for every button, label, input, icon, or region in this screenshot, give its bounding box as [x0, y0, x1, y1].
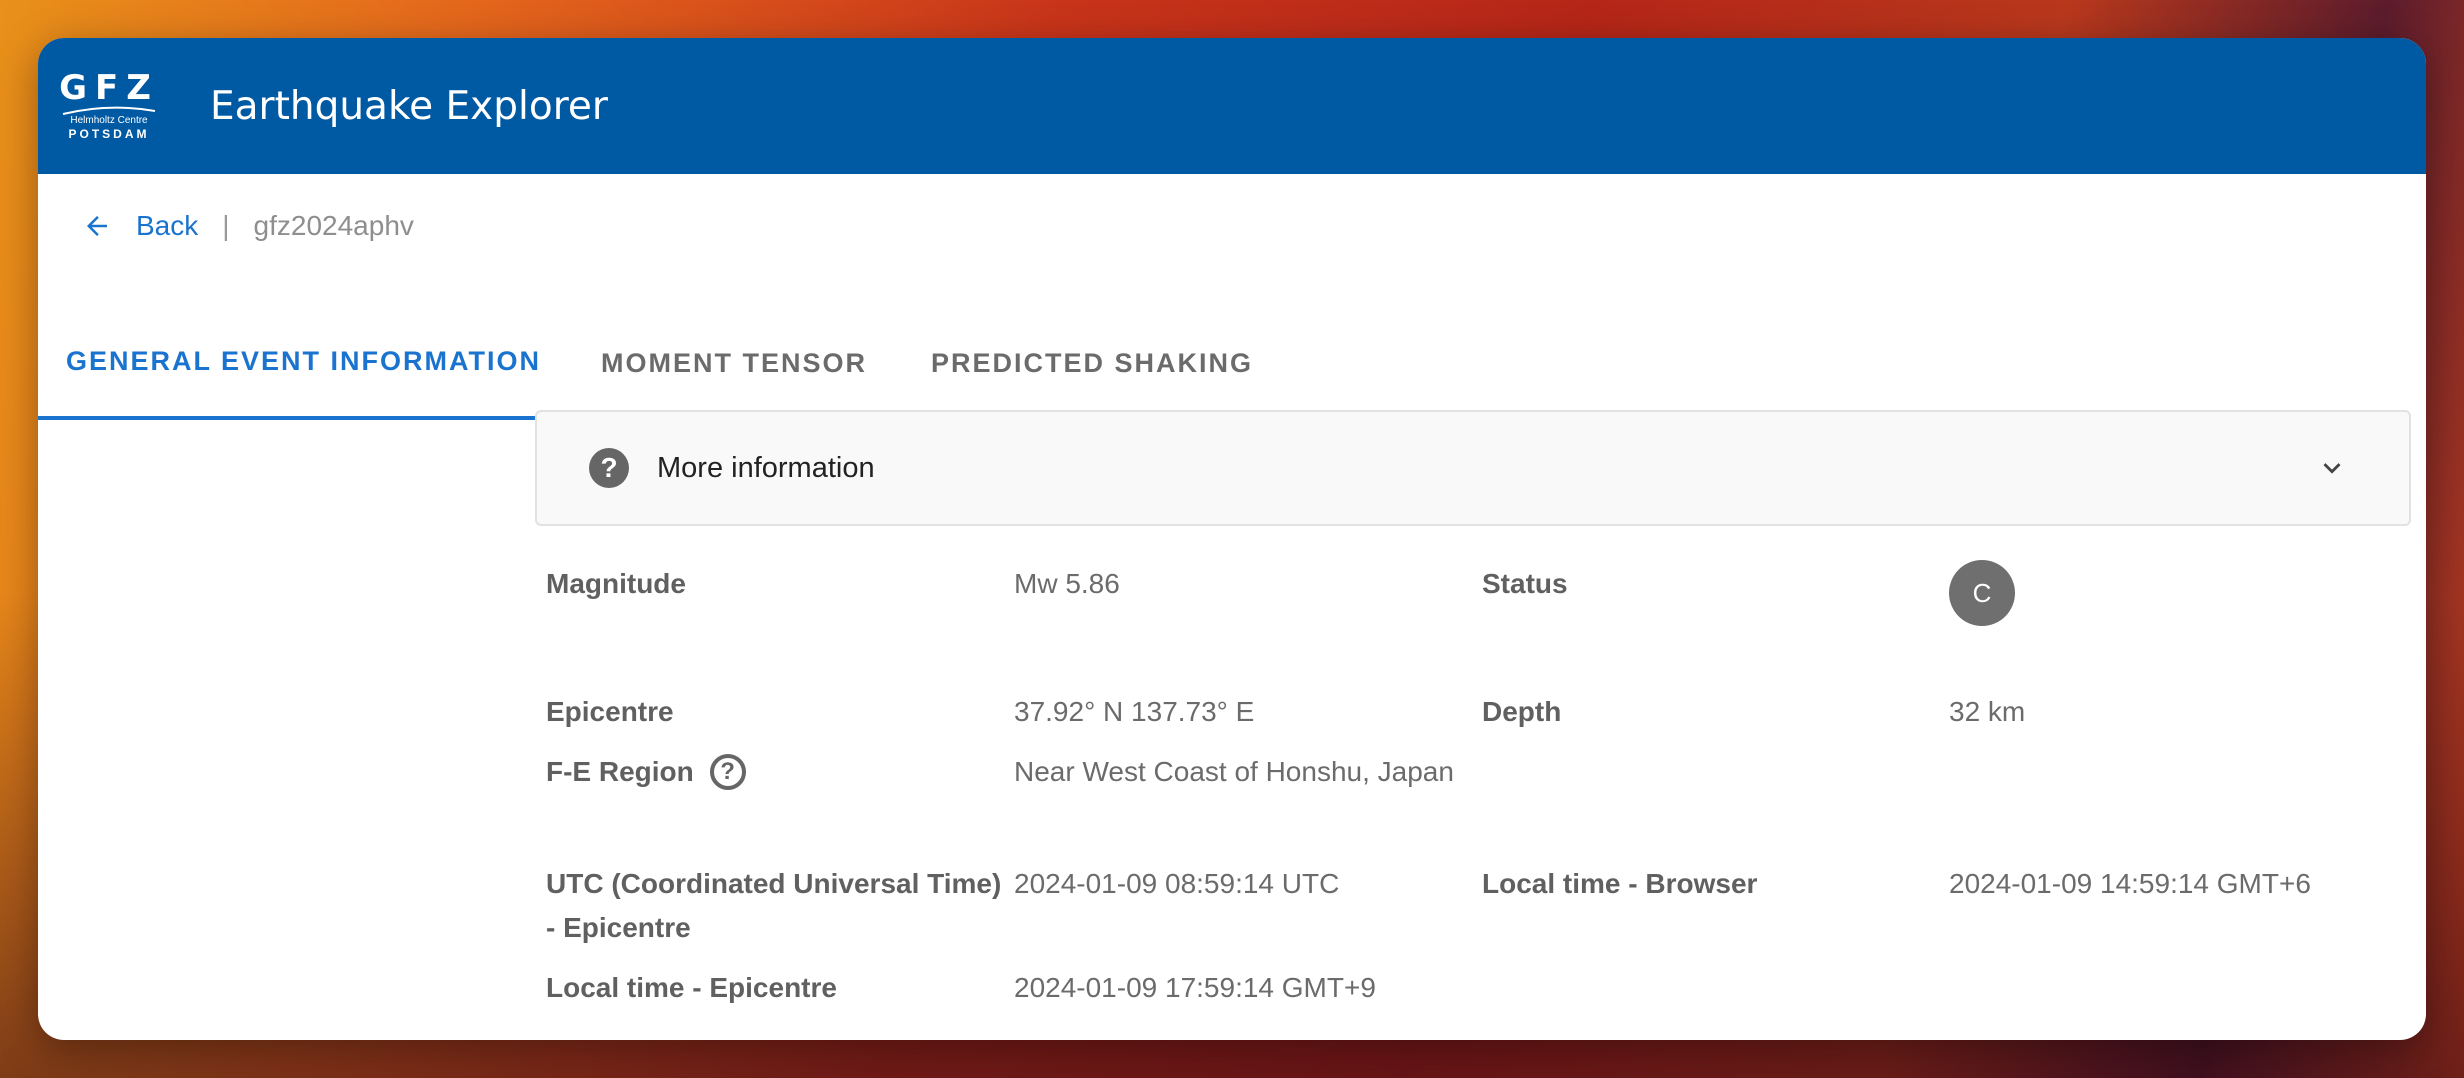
breadcrumb: Back | gfz2024aphv	[82, 210, 414, 242]
logo-swoosh	[62, 106, 156, 115]
logo-city: POTSDAM	[68, 127, 150, 141]
more-information-panel[interactable]: ? More information	[535, 410, 2411, 526]
magnitude-value: Mw 5.86	[1014, 568, 1120, 599]
local-time-browser-label: Local time - Browser	[1482, 868, 1758, 899]
depth-value: 32 km	[1949, 696, 2026, 727]
help-outline-icon[interactable]: ?	[709, 753, 746, 790]
local-time-epicentre-value: 2024-01-09 17:59:14 GMT+9	[1014, 972, 1376, 1003]
more-information-label: More information	[657, 451, 875, 484]
breadcrumb-separator: |	[222, 210, 230, 241]
logo-text: GFZ	[59, 68, 159, 108]
epicentre-label: Epicentre	[546, 696, 674, 727]
magnitude-label: Magnitude	[546, 568, 686, 599]
local-time-epicentre-label: Local time - Epicentre	[546, 972, 837, 1003]
app-window: GFZ Helmholtz Centre POTSDAM Earthquake …	[38, 38, 2426, 1040]
logo-subtitle: Helmholtz Centre	[70, 115, 148, 126]
tab-predicted-shaking[interactable]: PREDICTED SHAKING	[895, 306, 1281, 420]
fe-region-label: F-E Region	[546, 756, 694, 787]
utc-label-line1: UTC (Coordinated Universal Time)	[546, 868, 1002, 899]
status-badge: C	[1949, 560, 2015, 626]
gfz-logo[interactable]: GFZ Helmholtz Centre POTSDAM	[50, 59, 168, 153]
app-title: Earthquake Explorer	[210, 83, 608, 129]
utc-epicentre-label: UTC (Coordinated Universal Time) - Epice…	[546, 862, 1001, 950]
utc-epicentre-value: 2024-01-09 08:59:14 UTC	[1014, 868, 1340, 899]
depth-label: Depth	[1482, 696, 1562, 727]
event-id: gfz2024aphv	[253, 210, 414, 241]
tab-general-event-information[interactable]: GENERAL EVENT INFORMATION	[38, 306, 570, 420]
chevron-down-icon[interactable]	[2315, 451, 2349, 485]
epicentre-value: 37.92° N 137.73° E	[1014, 696, 1255, 727]
help-icon: ?	[589, 448, 629, 488]
app-bar: GFZ Helmholtz Centre POTSDAM Earthquake …	[38, 38, 2426, 174]
local-time-browser-value: 2024-01-09 14:59:14 GMT+6	[1949, 868, 2311, 899]
fe-region-label-wrap: F-E Region ?	[546, 750, 746, 794]
back-link[interactable]: Back	[136, 210, 198, 242]
tab-moment-tensor[interactable]: MOMENT TENSOR	[569, 306, 895, 420]
utc-label-line2: - Epicentre	[546, 912, 691, 943]
back-arrow-icon[interactable]	[82, 211, 112, 241]
tab-bar: GENERAL EVENT INFORMATION MOMENT TENSOR …	[38, 306, 1281, 420]
status-label: Status	[1482, 568, 1568, 599]
fe-region-value: Near West Coast of Honshu, Japan	[1014, 756, 1454, 787]
